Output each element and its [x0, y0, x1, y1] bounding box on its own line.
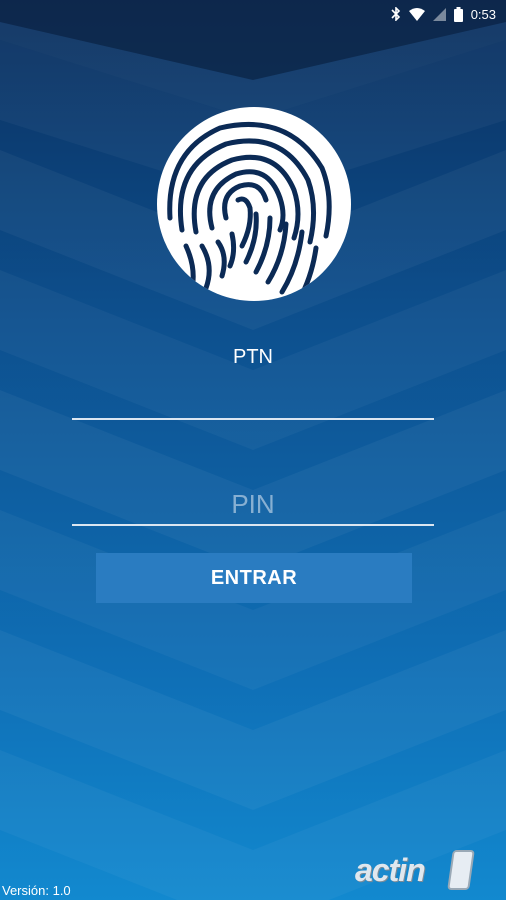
brand-logo: actin — [355, 848, 475, 890]
pin-input[interactable] — [72, 484, 434, 526]
status-time: 0:53 — [470, 6, 496, 22]
bluetooth-icon — [391, 7, 401, 21]
fingerprint-logo — [157, 107, 351, 301]
signal-icon — [432, 7, 446, 21]
phone-icon — [447, 850, 475, 890]
ptn-input[interactable] — [72, 384, 434, 420]
version-label: Versión: 1.0 — [2, 883, 71, 898]
ptn-label: PTN — [233, 346, 273, 368]
status-bar: 0:53 — [0, 0, 506, 28]
wifi-icon — [408, 7, 425, 21]
brand-text: actin — [355, 852, 426, 888]
enter-button[interactable]: ENTRAR — [96, 553, 412, 603]
battery-icon — [453, 6, 463, 22]
